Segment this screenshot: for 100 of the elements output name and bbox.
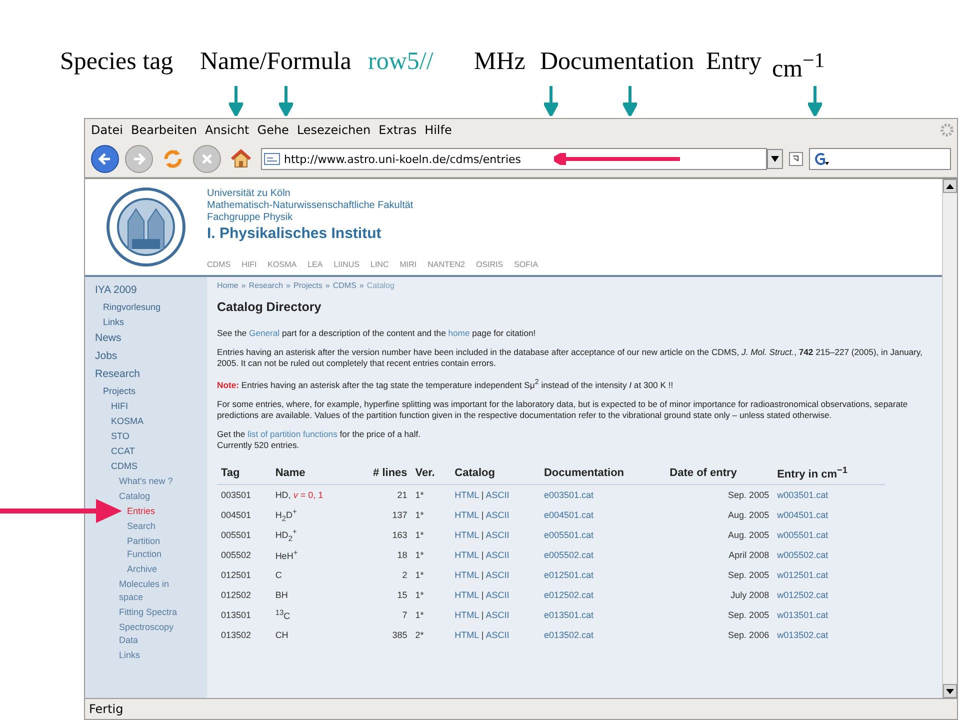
sidebar-link[interactable]: What's new ? <box>95 475 195 488</box>
table-link[interactable]: e005501.cat <box>544 530 594 540</box>
search-field[interactable] <box>809 148 951 170</box>
dropdown-button[interactable] <box>767 149 783 169</box>
column-header: Documentation <box>540 462 666 484</box>
status-text: Fertig <box>89 702 124 716</box>
sidebar-link[interactable]: Search <box>95 520 195 533</box>
text-link[interactable]: General <box>249 328 280 338</box>
table-link[interactable]: ASCII <box>486 550 510 560</box>
menu-item[interactable]: Gehe <box>253 123 293 137</box>
menu-item[interactable]: Ansicht <box>200 123 254 137</box>
sidebar-link[interactable]: Fitting Spectra <box>95 606 195 619</box>
nav-link[interactable]: CDMS <box>207 260 231 269</box>
go-icon[interactable] <box>789 152 803 166</box>
sidebar-link[interactable]: CDMS <box>95 460 195 473</box>
nav-link[interactable]: LINC <box>370 260 389 269</box>
table-cell-text: CH <box>274 628 290 642</box>
sidebar-link[interactable]: Research <box>95 367 195 382</box>
breadcrumb-link[interactable]: Research <box>248 281 284 290</box>
table-link[interactable]: w005501.cat <box>777 530 828 540</box>
header-text: Mathematisch-Naturwissenschaftliche Fakultät <box>207 200 414 212</box>
table-link[interactable]: HTML <box>454 490 479 500</box>
scroll-down-button[interactable] <box>943 684 957 698</box>
breadcrumb-link[interactable]: Home <box>217 281 238 290</box>
table-link[interactable]: ASCII <box>486 590 510 600</box>
menu-item[interactable]: Hilfe <box>420 123 456 137</box>
table-link[interactable]: ASCII <box>486 610 510 620</box>
forward-button[interactable] <box>125 145 153 173</box>
table-link[interactable]: e013502.cat <box>544 630 594 640</box>
caret-icon <box>946 688 954 694</box>
back-button[interactable] <box>91 145 119 173</box>
sidebar-link[interactable]: Entries <box>95 505 195 518</box>
sidebar-link[interactable]: Partition Function <box>95 535 195 561</box>
table-link[interactable]: w013502.cat <box>777 630 828 640</box>
address-field[interactable]: http://www.astro.uni-koeln.de/cdms/entries <box>261 148 767 170</box>
table-link[interactable]: e004501.cat <box>544 510 594 520</box>
close-icon <box>200 152 214 166</box>
table-link[interactable]: e005502.cat <box>544 550 594 560</box>
sidebar-link[interactable]: Molecules in space <box>95 578 195 604</box>
breadcrumb-link[interactable]: CDMS <box>332 281 356 290</box>
table-link[interactable]: ASCII <box>486 530 510 540</box>
sidebar-link[interactable]: News <box>95 331 195 346</box>
table-link[interactable]: HTML <box>454 610 479 620</box>
menu-item[interactable]: Lesezeichen <box>292 123 375 137</box>
table-cell-text: 2* <box>414 628 425 642</box>
sidebar-link[interactable]: Catalog <box>95 490 195 503</box>
table-link[interactable]: HTML <box>454 570 479 580</box>
table-link[interactable]: ASCII <box>486 570 510 580</box>
sidebar-link[interactable]: HIFI <box>95 400 195 413</box>
nav-link[interactable]: SOFIA <box>514 260 538 269</box>
sidebar-link[interactable]: Links <box>95 316 195 329</box>
table-link[interactable]: HTML <box>454 550 479 560</box>
table-link[interactable]: ASCII <box>486 510 510 520</box>
menu-item[interactable]: Datei <box>87 123 128 137</box>
sidebar-link[interactable]: Projects <box>95 385 195 398</box>
sidebar-link[interactable]: IYA 2009 <box>95 283 195 298</box>
separator-text: | <box>481 630 484 640</box>
gear-icon <box>939 122 955 138</box>
table-link[interactable]: ASCII <box>486 630 510 640</box>
table-link[interactable]: HTML <box>454 530 479 540</box>
nav-link[interactable]: KOSMA <box>268 260 297 269</box>
table-cell-text: 385 <box>391 628 408 642</box>
nav-link[interactable]: OSIRIS <box>476 260 504 269</box>
search-engine-icon <box>813 152 829 166</box>
text-link[interactable]: home <box>448 328 470 338</box>
table-link[interactable]: w012502.cat <box>777 590 828 600</box>
table-link[interactable]: ASCII <box>486 490 510 500</box>
nav-link[interactable]: LEA <box>308 260 323 269</box>
table-cell-text: 137 <box>391 508 408 522</box>
table-link[interactable]: HTML <box>454 630 479 640</box>
table-link[interactable]: w012501.cat <box>777 570 828 580</box>
sidebar-link[interactable]: CCAT <box>95 445 195 458</box>
table-link[interactable]: e012502.cat <box>544 590 594 600</box>
stop-button[interactable] <box>193 145 221 173</box>
scroll-up-button[interactable] <box>943 179 957 193</box>
text-link[interactable]: list of partition functions <box>248 428 338 439</box>
table-link[interactable]: e003501.cat <box>544 490 594 500</box>
sidebar-link[interactable]: Links <box>95 649 195 662</box>
menu-item[interactable]: Bearbeiten <box>127 123 201 137</box>
sidebar-link[interactable]: Jobs <box>95 349 195 364</box>
table-link[interactable]: e013501.cat <box>544 610 594 620</box>
nav-link[interactable]: NANTEN2 <box>428 260 465 269</box>
nav-link[interactable]: HIFI <box>242 260 257 269</box>
nav-link[interactable]: LIINUS <box>334 260 360 269</box>
breadcrumb-link[interactable]: Catalog <box>366 281 394 290</box>
sidebar-link[interactable]: Spectroscopy Data <box>95 621 195 647</box>
menu-item[interactable]: Extras <box>374 123 421 137</box>
sidebar-link[interactable]: KOSMA <box>95 415 195 428</box>
sidebar-link[interactable]: STO <box>95 430 195 443</box>
table-link[interactable]: HTML <box>454 510 479 520</box>
sidebar-link[interactable]: Archive <box>95 563 195 576</box>
breadcrumb-link[interactable]: Projects <box>294 281 322 290</box>
table-link[interactable]: w004501.cat <box>777 510 828 520</box>
table-link[interactable]: e012501.cat <box>544 570 594 580</box>
table-link[interactable]: w005502.cat <box>777 550 828 560</box>
nav-link[interactable]: MIRI <box>400 260 417 269</box>
sidebar-link[interactable]: Ringvorlesung <box>95 301 195 314</box>
table-link[interactable]: w013501.cat <box>777 610 828 620</box>
table-link[interactable]: HTML <box>454 590 479 600</box>
table-link[interactable]: w003501.cat <box>777 490 828 500</box>
